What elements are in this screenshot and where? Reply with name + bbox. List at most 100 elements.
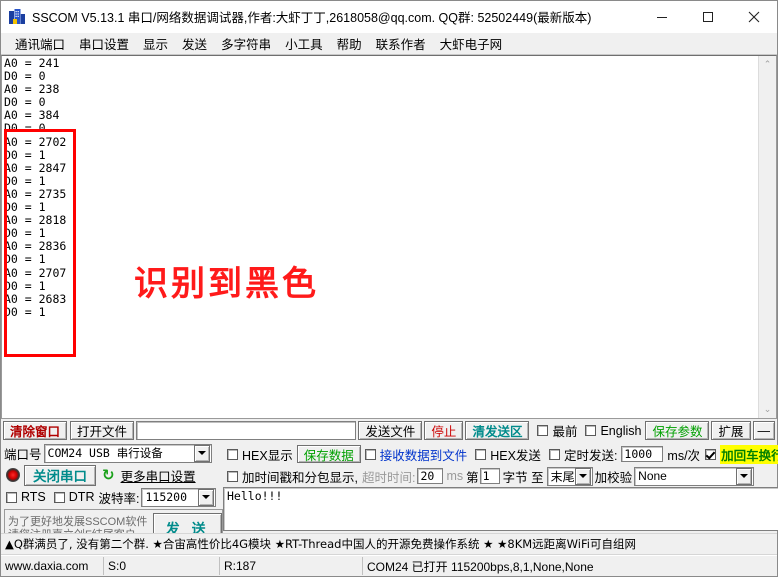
- rts-checkbox-box[interactable]: [6, 491, 17, 503]
- annotation-text: 识别到黑色: [134, 264, 319, 304]
- menu-bar: 通讯端口 串口设置 显示 发送 多字符串 小工具 帮助 联系作者 大虾电子网: [1, 33, 777, 55]
- timestamp-checkbox[interactable]: 加时间戳和分包显示,: [227, 467, 358, 486]
- open-file-button[interactable]: 打开文件: [70, 421, 135, 440]
- menu-item-send[interactable]: 发送: [175, 34, 214, 53]
- recv-to-file-checkbox[interactable]: 接收数据到文件: [364, 445, 468, 464]
- save-params-button[interactable]: 保存参数: [645, 421, 710, 440]
- clear-send-area-button[interactable]: 清发送区: [465, 421, 530, 440]
- advertisement-bar[interactable]: ▲Q群满员了, 没有第二个群. ★合宙高性价比4G模块 ★RT-Thread中国…: [1, 533, 777, 555]
- crlf-label: 加回车换行: [720, 444, 778, 464]
- send-textarea[interactable]: Hello!!!: [223, 487, 778, 531]
- chevron-down-icon-byte-end[interactable]: [574, 467, 591, 485]
- send-textarea-value: Hello!!!: [227, 489, 283, 503]
- maximize-button[interactable]: [685, 1, 731, 32]
- menu-item-contact-author[interactable]: 联系作者: [369, 34, 433, 53]
- english-checkbox-box[interactable]: [585, 425, 597, 436]
- english-checkbox[interactable]: English: [585, 424, 641, 438]
- status-connection-info: COM24 已打开 115200bps,8,1,None,None: [367, 559, 594, 574]
- save-data-button[interactable]: 保存数据: [296, 445, 361, 463]
- close-port-button[interactable]: 关闭串口: [24, 464, 96, 486]
- status-received-count: R:187: [220, 557, 363, 575]
- port-settings-column: 端口号 COM24 USB 串行设备 关闭串口 ↻ 更多串口设置 RTS DTR…: [1, 442, 223, 549]
- timestamp-label: 加时间戳和分包显示,: [242, 470, 358, 485]
- collapse-button[interactable]: —: [752, 421, 775, 440]
- timed-send-checkbox-box[interactable]: [548, 448, 560, 460]
- data-options-column: HEX显示 保存数据 接收数据到文件 HEX发送 定时发送: 1000 ms/次: [223, 442, 778, 533]
- window-title: SSCOM V5.13.1 串口/网络数据调试器,作者:大虾丁丁,2618058…: [32, 11, 592, 25]
- crlf-checkbox[interactable]: 加回车换行: [705, 444, 778, 464]
- chevron-down-icon-checksum[interactable]: [736, 467, 753, 485]
- port-select[interactable]: COM24 USB 串行设备: [43, 443, 212, 463]
- scroll-up-icon[interactable]: ⌃: [759, 56, 776, 73]
- menu-item-multi-string[interactable]: 多字符串: [214, 34, 278, 53]
- port-label: 端口号: [4, 447, 42, 462]
- byte-end-select[interactable]: 末尾: [546, 466, 593, 486]
- crlf-checkbox-box[interactable]: [705, 448, 717, 460]
- port-control-row: 关闭串口 ↻ 更多串口设置: [4, 464, 223, 486]
- receive-scrollbar[interactable]: ⌃ ⌄: [758, 56, 776, 418]
- window-controls: [639, 1, 777, 32]
- options-row-1: HEX显示 保存数据 接收数据到文件 HEX发送 定时发送: 1000 ms/次: [223, 443, 778, 465]
- byte-index-input[interactable]: 1: [479, 468, 500, 484]
- timestamp-checkbox-box[interactable]: [227, 470, 238, 482]
- checksum-label: 加校验: [594, 470, 633, 485]
- action-toolbar: 清除窗口 打开文件 发送文件 停止 清发送区 最前 English 保存参数 扩…: [1, 419, 777, 441]
- clear-window-button[interactable]: 清除窗口: [3, 421, 68, 440]
- flow-control-row: RTS DTR 波特率: 115200: [4, 486, 223, 508]
- baud-select[interactable]: 115200: [141, 487, 217, 507]
- file-path-input[interactable]: [136, 421, 357, 440]
- options-row-2: 加时间戳和分包显示, 超时时间: 20 ms 第 1 字节 至 末尾 加校验 N…: [223, 465, 778, 487]
- menu-item-comm-port[interactable]: 通讯端口: [8, 34, 72, 53]
- topmost-checkbox-box[interactable]: [537, 425, 549, 436]
- timeout-unit: ms: [446, 469, 464, 483]
- chevron-down-icon-baud[interactable]: [198, 488, 215, 506]
- close-button[interactable]: [731, 1, 777, 32]
- topmost-label: 最前: [552, 425, 578, 439]
- refresh-ports-icon[interactable]: ↻: [102, 466, 115, 484]
- menu-item-daxia-website[interactable]: 大虾电子网: [433, 34, 510, 53]
- hex-display-checkbox[interactable]: HEX显示: [227, 445, 293, 464]
- english-label: English: [600, 423, 642, 438]
- send-file-button[interactable]: 发送文件: [358, 421, 423, 440]
- receive-panel: A0 = 241 D0 = 0 A0 = 238 D0 = 0 A0 = 384…: [1, 55, 777, 419]
- hex-send-checkbox-box[interactable]: [475, 448, 487, 460]
- receive-output[interactable]: A0 = 241 D0 = 0 A0 = 238 D0 = 0 A0 = 384…: [4, 57, 758, 418]
- dtr-checkbox-box[interactable]: [53, 491, 65, 503]
- scroll-down-icon[interactable]: ⌄: [759, 401, 776, 418]
- checksum-select[interactable]: None: [634, 466, 755, 486]
- chevron-down-icon[interactable]: [193, 444, 210, 462]
- settings-panel: 端口号 COM24 USB 串行设备 关闭串口 ↻ 更多串口设置 RTS DTR…: [1, 441, 778, 549]
- stop-button[interactable]: 停止: [424, 421, 464, 440]
- rts-label: RTS: [21, 490, 46, 504]
- hex-display-label: HEX显示: [242, 448, 293, 463]
- advertisement-text: ▲Q群满员了, 没有第二个群. ★合宙高性价比4G模块 ★RT-Thread中国…: [5, 537, 636, 551]
- hex-send-checkbox[interactable]: HEX发送: [475, 445, 541, 464]
- recv-to-file-label: 接收数据到文件: [379, 448, 468, 463]
- dtr-checkbox[interactable]: DTR: [53, 490, 94, 504]
- hex-display-checkbox-box[interactable]: [227, 448, 238, 460]
- hex-send-label: HEX发送: [490, 448, 541, 463]
- timeout-input[interactable]: 20: [417, 468, 444, 484]
- extend-button[interactable]: 扩展: [711, 421, 751, 440]
- timed-send-unit: ms/次: [667, 448, 701, 463]
- sscom-window: SSCOM V5.13.1 串口/网络数据调试器,作者:大虾丁丁,2618058…: [0, 0, 778, 577]
- recv-to-file-checkbox-box[interactable]: [364, 448, 376, 460]
- timed-send-input[interactable]: 1000: [621, 446, 664, 462]
- menu-item-display[interactable]: 显示: [136, 34, 175, 53]
- baud-label: 波特率:: [98, 491, 140, 506]
- minimize-button[interactable]: [639, 1, 685, 32]
- menu-item-tools[interactable]: 小工具: [278, 34, 330, 53]
- status-website[interactable]: www.daxia.com: [1, 557, 104, 575]
- topmost-checkbox[interactable]: 最前: [537, 421, 577, 440]
- timed-send-checkbox[interactable]: 定时发送:: [548, 445, 617, 464]
- baud-select-value: 115200: [145, 490, 188, 504]
- more-settings-link[interactable]: 更多串口设置: [121, 466, 196, 485]
- title-bar: SSCOM V5.13.1 串口/网络数据调试器,作者:大虾丁丁,2618058…: [1, 1, 777, 33]
- status-bar: www.daxia.com S:0 R:187 COM24 已打开 115200…: [1, 555, 777, 576]
- menu-item-serial-settings[interactable]: 串口设置: [72, 34, 136, 53]
- menu-item-help[interactable]: 帮助: [330, 34, 369, 53]
- rts-checkbox[interactable]: RTS: [6, 490, 46, 504]
- promo-line-1: 为了更好地发展SSCOM软件: [8, 516, 148, 528]
- byte-end-value: 末尾: [550, 469, 575, 484]
- status-sent-count: S:0: [104, 557, 220, 575]
